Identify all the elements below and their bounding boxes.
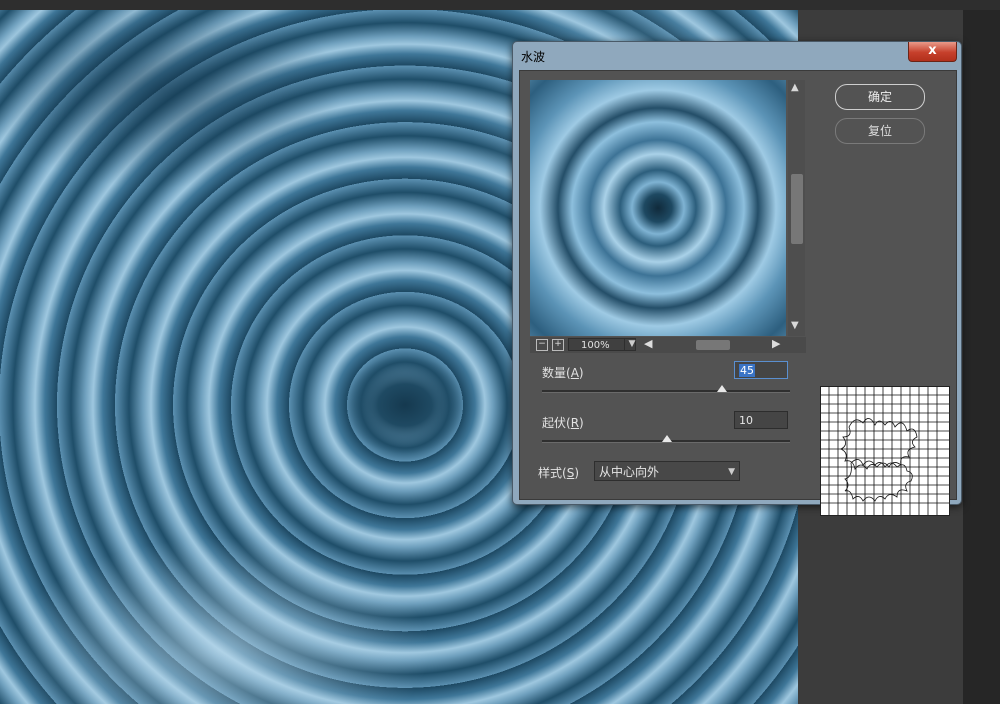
vertical-scroll-thumb[interactable] [791,174,803,244]
grid-distortion-icon [820,386,950,516]
preview-toolbar: − + 100% ▼ ◀ ▶ [530,337,806,353]
amount-slider-track[interactable] [542,390,790,393]
style-label-row: 样式(S) [538,466,580,480]
filter-preview[interactable] [530,80,786,336]
style-selected-value: 从中心向外 [599,465,660,479]
chevron-down-icon[interactable]: ▼ [624,338,639,351]
amount-value: 45 [739,364,755,377]
right-panel-edge [963,10,1000,704]
style-dropdown[interactable]: 从中心向外 ▼ [594,461,740,481]
ridges-hotkey: R [570,416,580,430]
app-top-bar [0,0,1000,10]
amount-slider-thumb[interactable] [717,385,727,392]
chevron-down-icon: ▼ [728,467,735,477]
dialog-titlebar[interactable]: 水波 x [513,42,961,68]
close-button[interactable]: x [908,42,957,62]
amount-input[interactable]: 45 [734,361,788,379]
style-label: 样式 [538,466,563,480]
arrow-right-icon[interactable]: ▶ [772,337,780,350]
amount-label-row: 数量(A) [542,366,584,380]
dialog-body: ▲ ▼ − + 100% ▼ ◀ ▶ 确定 复位 数量(A) 45 起伏(R) [519,70,957,516]
style-hotkey: S [566,466,575,480]
zigzag-filter-dialog: 水波 x ▲ ▼ − + 100% ▼ ◀ ▶ 确定 复位 数量(A) 45 起… [512,41,962,516]
ridges-slider-thumb[interactable] [662,435,672,442]
ok-button[interactable]: 确定 [835,84,925,110]
ridges-label: 起伏 [542,416,567,430]
horizontal-scroll-thumb[interactable] [696,340,730,350]
ridges-value: 10 [739,414,753,427]
amount-hotkey: A [570,366,579,380]
ridges-label-row: 起伏(R) [542,416,584,430]
arrow-up-icon[interactable]: ▲ [791,82,799,93]
reset-button[interactable]: 复位 [835,118,925,144]
zoom-in-button[interactable]: + [552,339,564,351]
ridges-input[interactable]: 10 [734,411,788,429]
amount-label: 数量 [542,366,567,380]
arrow-left-icon[interactable]: ◀ [644,337,652,350]
zoom-out-button[interactable]: − [536,339,548,351]
arrow-down-icon[interactable]: ▼ [791,320,799,331]
preview-vertical-scrollbar[interactable]: ▲ ▼ [788,80,805,336]
close-icon: x [928,43,937,58]
dialog-title: 水波 [521,50,546,64]
